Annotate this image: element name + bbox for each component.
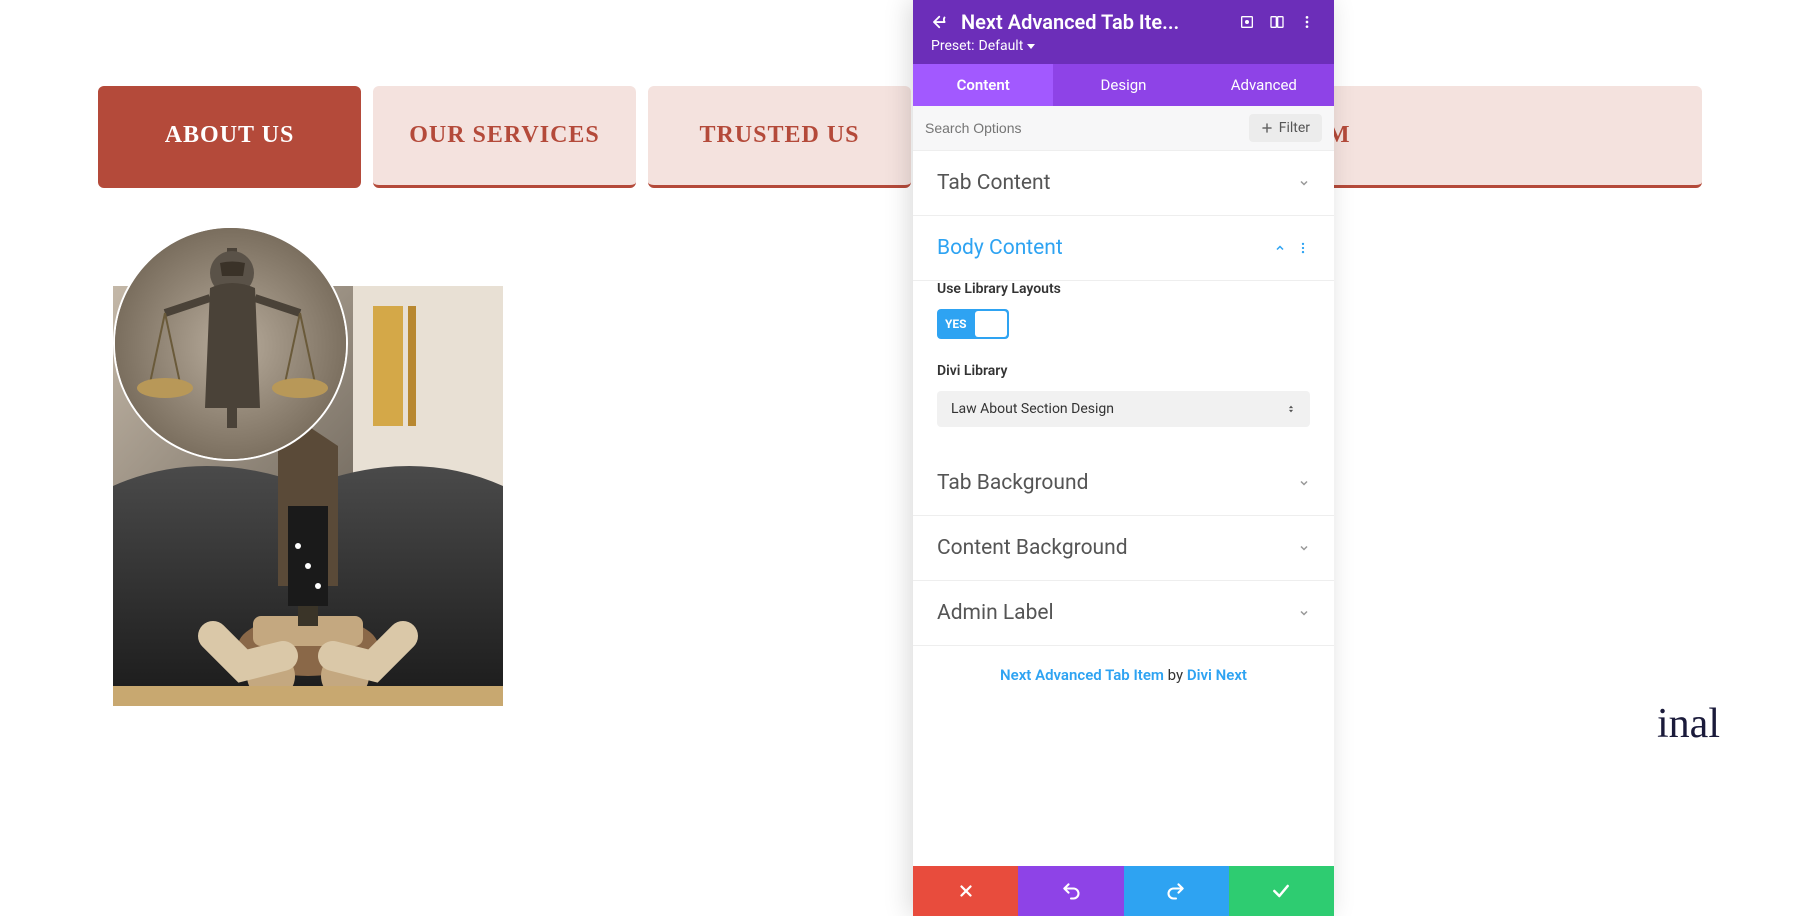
panel-title: Next Advanced Tab Ite... [961,10,1226,34]
tab-trusted-us[interactable]: TRUSTED US [648,86,911,188]
expand-icon[interactable] [1238,13,1256,31]
about-us-image-block [113,226,503,646]
sort-icon [1286,402,1296,416]
save-button[interactable] [1229,866,1334,916]
section-title-tab-background: Tab Background [937,471,1088,495]
filter-button[interactable]: Filter [1249,114,1322,142]
module-settings-panel: Next Advanced Tab Ite... Preset: Default… [913,0,1334,916]
caret-down-icon [1027,44,1035,49]
panel-tabs: Content Design Advanced [913,64,1334,106]
lady-justice-svg [115,228,348,461]
divi-library-label: Divi Library [937,363,1310,379]
sections-list: Tab Content Body Content Use Library Lay… [913,151,1334,866]
panel-header: Next Advanced Tab Ite... Preset: Default [913,0,1334,64]
divi-library-select[interactable]: Law About Section Design [937,391,1310,427]
search-row: Filter [913,106,1334,151]
partial-hidden-text: inal [1657,700,1720,748]
page-tabs: ABOUT US OUR SERVICES TRUSTED US TEAM [0,0,1800,188]
panel-tab-content[interactable]: Content [913,64,1053,106]
use-library-label: Use Library Layouts [937,281,1310,297]
use-library-toggle[interactable]: YES [937,309,1009,339]
filter-label: Filter [1279,120,1310,136]
section-tab-content[interactable]: Tab Content [913,151,1334,216]
panel-tab-design[interactable]: Design [1053,64,1193,106]
preset-label: Preset: [931,38,975,54]
toggle-yes-label: YES [937,317,967,331]
check-icon [1271,881,1291,901]
divi-library-value: Law About Section Design [951,401,1114,417]
chevron-down-icon [1298,177,1310,189]
tab-our-services[interactable]: OUR SERVICES [373,86,636,188]
section-content-background[interactable]: Content Background [913,516,1334,581]
section-title-content-background: Content Background [937,536,1128,560]
chevron-down-icon [1298,607,1310,619]
panel-tab-advanced[interactable]: Advanced [1194,64,1334,106]
redo-icon [1166,881,1186,901]
redo-button[interactable] [1124,866,1229,916]
chevron-up-icon [1274,242,1286,254]
toggle-knob [975,311,1007,337]
preset-selector[interactable]: Preset: Default [931,38,1316,54]
plus-icon [1261,122,1273,134]
close-icon [957,882,975,900]
cancel-button[interactable] [913,866,1018,916]
section-title-tab-content: Tab Content [937,171,1051,195]
undo-icon [1061,881,1081,901]
panel-footer [913,866,1334,916]
credits-author-link[interactable]: Divi Next [1187,666,1247,684]
lady-justice-circle-image [113,226,348,461]
body-content-fields: Use Library Layouts YES Divi Library Law… [913,281,1334,451]
section-tab-background[interactable]: Tab Background [913,451,1334,516]
search-input[interactable] [925,120,1249,136]
tab-about-us[interactable]: ABOUT US [98,86,361,188]
credits-by: by [1164,666,1187,684]
chevron-down-icon [1298,477,1310,489]
preset-value: Default [979,38,1024,54]
dots-vertical-icon[interactable] [1296,241,1310,255]
module-credits: Next Advanced Tab Item by Divi Next [913,646,1334,704]
menu-dots-icon[interactable] [1298,13,1316,31]
section-body-content[interactable]: Body Content [913,216,1334,281]
section-title-admin-label: Admin Label [937,601,1054,625]
undo-button[interactable] [1018,866,1123,916]
chevron-down-icon [1298,542,1310,554]
back-icon[interactable] [931,13,949,31]
section-admin-label[interactable]: Admin Label [913,581,1334,646]
columns-icon[interactable] [1268,13,1286,31]
credits-module-link[interactable]: Next Advanced Tab Item [1000,666,1164,684]
section-title-body-content: Body Content [937,236,1063,260]
